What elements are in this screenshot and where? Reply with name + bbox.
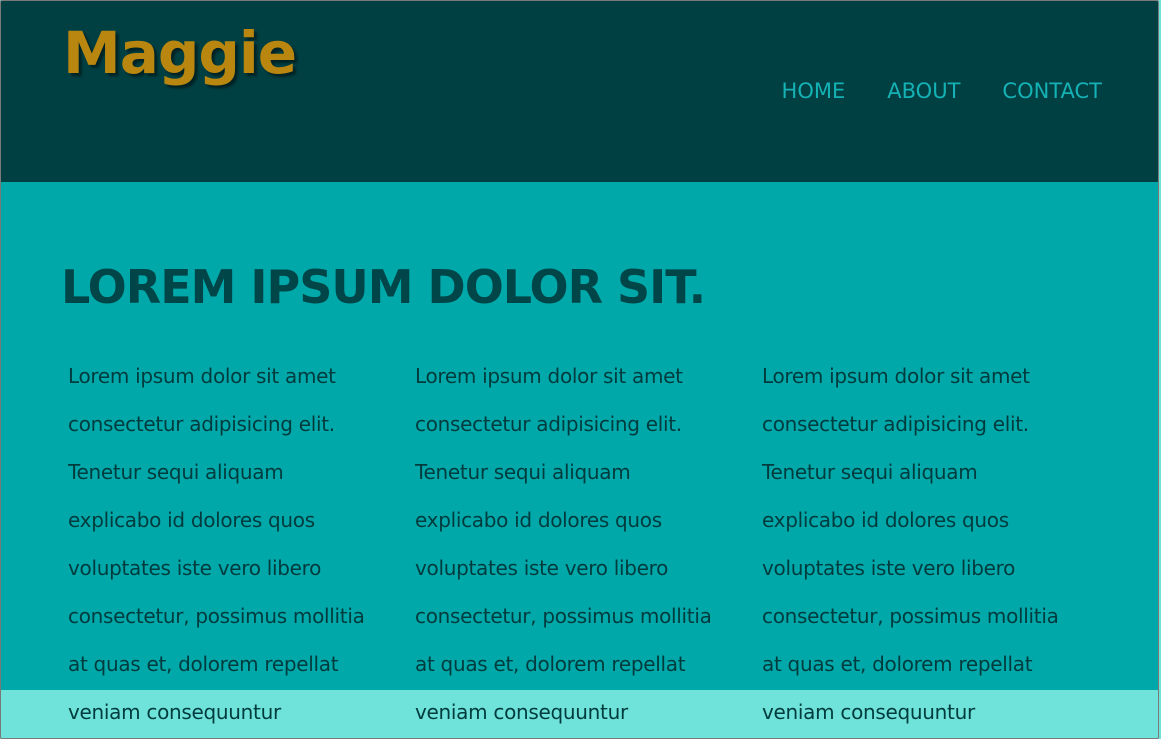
nav-link-contact[interactable]: CONTACT — [1002, 79, 1102, 103]
text-columns: Lorem ipsum dolor sit amet consectetur a… — [68, 352, 1109, 736]
nav-link-about[interactable]: ABOUT — [887, 79, 960, 103]
text-column-1: Lorem ipsum dolor sit amet consectetur a… — [68, 364, 365, 724]
text-column-2: Lorem ipsum dolor sit amet consectetur a… — [415, 364, 712, 724]
text-column-3: Lorem ipsum dolor sit amet consectetur a… — [762, 364, 1059, 724]
site-header: Maggie HOME ABOUT CONTACT — [1, 1, 1158, 182]
site-logo[interactable]: Maggie — [63, 19, 297, 87]
browser-viewport: Maggie HOME ABOUT CONTACT LOREM IPSUM DO… — [0, 0, 1159, 739]
main-nav: HOME ABOUT CONTACT — [782, 79, 1102, 103]
page-headline: LOREM IPSUM DOLOR SIT. — [61, 260, 706, 314]
nav-link-home[interactable]: HOME — [782, 79, 846, 103]
